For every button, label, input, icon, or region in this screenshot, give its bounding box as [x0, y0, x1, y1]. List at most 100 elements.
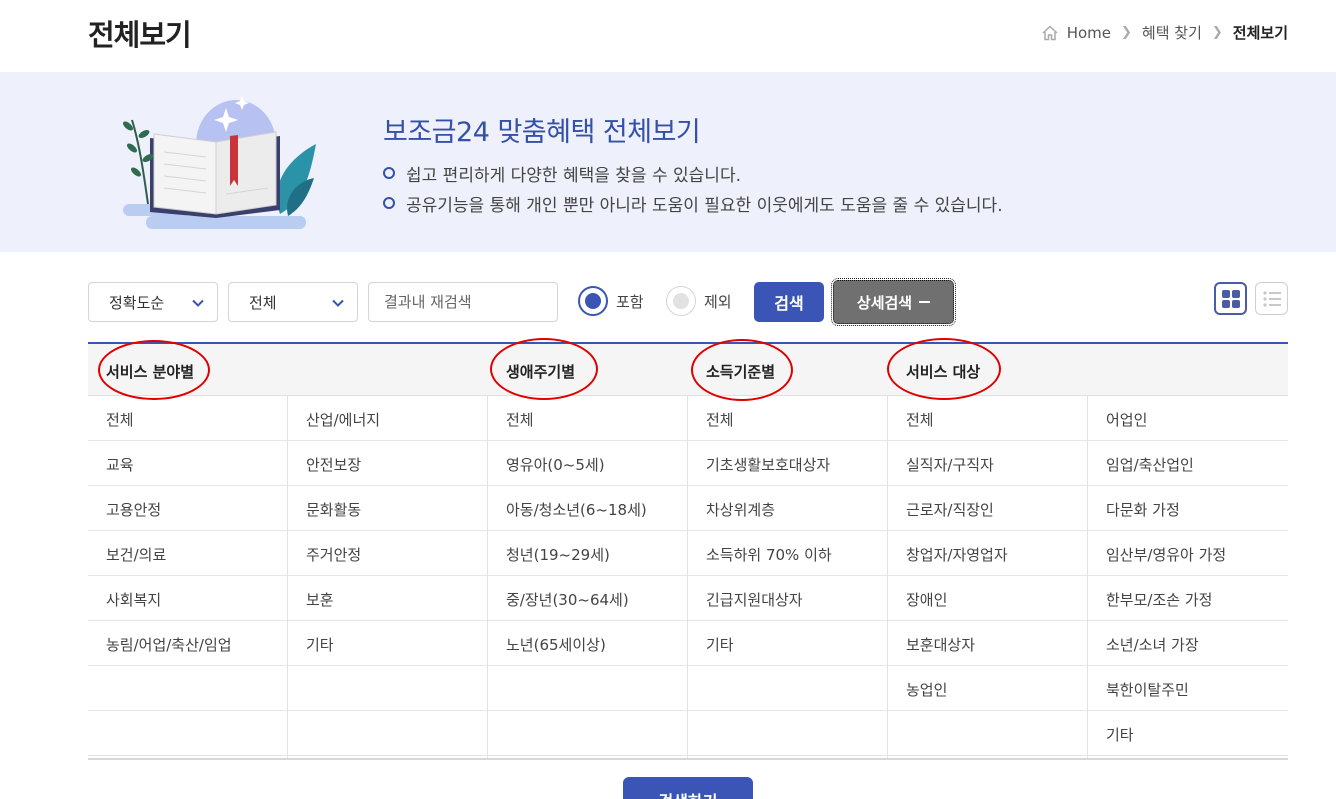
breadcrumb-current: 전체보기 [1232, 24, 1288, 42]
filter-option[interactable]: 교육 [88, 441, 287, 486]
search-button[interactable]: 검색 [754, 282, 824, 322]
filter-option[interactable]: 임산부/영유아 가정 [1088, 531, 1288, 576]
re-search-input[interactable] [368, 282, 558, 322]
empty-cell [688, 711, 887, 756]
filter-option[interactable]: 장애인 [888, 576, 1087, 621]
grid-view-button[interactable] [1214, 282, 1247, 315]
filter-option[interactable]: 보훈 [288, 576, 487, 621]
minus-icon [919, 301, 931, 303]
filter-table: 서비스 분야별 생애주기별 소득기준별 서비스 대상 전체 교육 고용안정 보건… [88, 338, 1288, 760]
red-annotation-circle [691, 339, 793, 401]
banner-bullet-list: 쉽고 편리하게 다양한 혜택을 찾을 수 있습니다. 공유기능을 통해 개인 뿐… [383, 158, 1003, 218]
empty-cell [288, 666, 487, 711]
breadcrumb-home[interactable]: Home [1067, 24, 1111, 42]
red-annotation-circle [887, 338, 1001, 400]
radio-checked-icon [578, 286, 608, 316]
chevron-right-icon: ❯ [1121, 25, 1132, 40]
book-illustration [123, 96, 316, 229]
chevron-right-icon: ❯ [1211, 25, 1223, 40]
filter-option[interactable]: 긴급지원대상자 [688, 576, 887, 621]
sort-select-value: 정확도순 [109, 293, 165, 312]
empty-cell [288, 711, 487, 756]
breadcrumb-benefit-search[interactable]: 혜택 찾기 [1142, 22, 1202, 43]
filter-option[interactable]: 보건/의료 [88, 531, 287, 576]
grid-view-icon [1221, 289, 1240, 308]
breadcrumb: Home ❯ 혜택 찾기 ❯ 전체보기 [1041, 22, 1288, 43]
income-column: 전체 기초생활보호대상자 차상위계층 소득하위 70% 이하 긴급지원대상자 기… [688, 396, 888, 758]
filter-option[interactable]: 전체 [888, 396, 1087, 441]
filter-option[interactable]: 어업인 [1088, 396, 1288, 441]
filter-option[interactable]: 차상위계층 [688, 486, 887, 531]
banner-bullet-text: 공유기능을 통해 개인 뿐만 아니라 도움이 필요한 이웃에게도 도움을 줄 수… [406, 195, 1003, 216]
intro-banner: 보조금24 맞춤혜택 전체보기 쉽고 편리하게 다양한 혜택을 찾을 수 있습니… [0, 72, 1336, 252]
scope-select-value: 전체 [249, 293, 277, 312]
submit-search-button[interactable]: 검색하기 [623, 777, 753, 799]
sort-select[interactable]: 정확도순 [88, 282, 218, 322]
scope-select[interactable]: 전체 [228, 282, 358, 322]
filter-option[interactable]: 주거안정 [288, 531, 487, 576]
detail-search-button[interactable]: 상세검색 [831, 278, 956, 326]
filter-option[interactable]: 산업/에너지 [288, 396, 487, 441]
filter-option[interactable]: 기타 [688, 621, 887, 666]
filter-option[interactable]: 한부모/조손 가정 [1088, 576, 1288, 621]
filter-option[interactable]: 농림/어업/축산/임업 [88, 621, 287, 666]
filter-option[interactable]: 고용안정 [88, 486, 287, 531]
filter-option[interactable]: 소년/소녀 가장 [1088, 621, 1288, 666]
list-view-button[interactable] [1255, 282, 1288, 315]
bullet-circle-icon [383, 167, 395, 179]
empty-cell [888, 711, 1087, 756]
filter-option[interactable]: 전체 [688, 396, 887, 441]
banner-bullet-item: 공유기능을 통해 개인 뿐만 아니라 도움이 필요한 이웃에게도 도움을 줄 수… [383, 188, 1003, 218]
search-bar: 정확도순 전체 포함 제외 검색 상세검색 [88, 278, 1288, 326]
empty-cell [488, 666, 687, 711]
empty-cell [88, 711, 287, 756]
bullet-circle-icon [383, 197, 395, 209]
include-radio[interactable]: 포함 [578, 286, 644, 316]
filter-option[interactable]: 안전보장 [288, 441, 487, 486]
filter-option[interactable]: 다문화 가정 [1088, 486, 1288, 531]
filter-option[interactable]: 사회복지 [88, 576, 287, 621]
filter-option[interactable]: 보훈대상자 [888, 621, 1087, 666]
filter-option[interactable]: 전체 [88, 396, 287, 441]
filter-option[interactable]: 창업자/자영업자 [888, 531, 1087, 576]
filter-option[interactable]: 실직자/구직자 [888, 441, 1087, 486]
table-bottom-border [88, 758, 1288, 760]
chevron-down-icon [192, 299, 204, 307]
filter-option[interactable]: 중/장년(30~64세) [488, 576, 687, 621]
target-column-1: 전체 실직자/구직자 근로자/직장인 창업자/자영업자 장애인 보훈대상자 농업… [888, 396, 1088, 758]
banner-title: 보조금24 맞춤혜택 전체보기 [383, 117, 701, 148]
filter-option[interactable]: 소득하위 70% 이하 [688, 531, 887, 576]
filter-option[interactable]: 전체 [488, 396, 687, 441]
filter-option[interactable]: 농업인 [888, 666, 1087, 711]
red-annotation-circle [98, 340, 210, 400]
page-title: 전체보기 [88, 18, 192, 52]
exclude-radio[interactable]: 제외 [666, 286, 732, 316]
filter-option[interactable]: 근로자/직장인 [888, 486, 1087, 531]
home-icon [1042, 24, 1058, 40]
life-cycle-column: 전체 영유아(0~5세) 아동/청소년(6~18세) 청년(19~29세) 중/… [488, 396, 688, 758]
filter-option[interactable]: 임업/축산업인 [1088, 441, 1288, 486]
service-field-column-1: 전체 교육 고용안정 보건/의료 사회복지 농림/어업/축산/임업 [88, 396, 288, 758]
target-column-2: 어업인 임업/축산업인 다문화 가정 임산부/영유아 가정 한부모/조손 가정 … [1088, 396, 1288, 758]
filter-grid: 전체 교육 고용안정 보건/의료 사회복지 농림/어업/축산/임업 산업/에너지… [88, 396, 1288, 758]
banner-bullet-item: 쉽고 편리하게 다양한 혜택을 찾을 수 있습니다. [383, 158, 1003, 188]
filter-option[interactable]: 영유아(0~5세) [488, 441, 687, 486]
filter-option[interactable]: 청년(19~29세) [488, 531, 687, 576]
filter-option[interactable]: 노년(65세이상) [488, 621, 687, 666]
red-annotation-circle [490, 338, 598, 400]
filter-option[interactable]: 북한이탈주민 [1088, 666, 1288, 711]
service-field-column-2: 산업/에너지 안전보장 문화활동 주거안정 보훈 기타 [288, 396, 488, 758]
banner-bullet-text: 쉽고 편리하게 다양한 혜택을 찾을 수 있습니다. [406, 165, 741, 186]
filter-option[interactable]: 기타 [288, 621, 487, 666]
radio-unchecked-icon [666, 286, 696, 316]
chevron-down-icon [332, 299, 344, 307]
filter-option[interactable]: 기초생활보호대상자 [688, 441, 887, 486]
filter-header-row: 서비스 분야별 생애주기별 소득기준별 서비스 대상 [88, 338, 1288, 401]
filter-option[interactable]: 아동/청소년(6~18세) [488, 486, 687, 531]
filter-option[interactable]: 기타 [1088, 711, 1288, 756]
empty-cell [488, 711, 687, 756]
top-bar: 전체보기 Home ❯ 혜택 찾기 ❯ 전체보기 [0, 0, 1336, 72]
filter-option[interactable]: 문화활동 [288, 486, 487, 531]
include-radio-label: 포함 [616, 292, 644, 311]
exclude-radio-label: 제외 [704, 292, 732, 311]
